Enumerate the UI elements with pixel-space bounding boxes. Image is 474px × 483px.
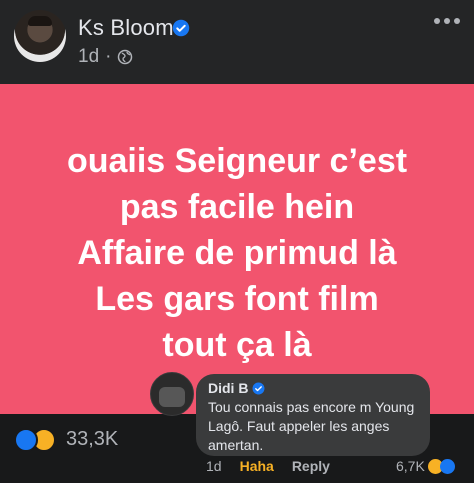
- commenter-avatar[interactable]: [150, 372, 194, 416]
- post-text: ouaiis Seigneur c’est pas facile hein Af…: [0, 138, 474, 368]
- post-author-name[interactable]: Ks Bloom: [78, 15, 174, 41]
- post-header: [0, 0, 474, 84]
- post-text-line: ouaiis Seigneur c’est: [66, 142, 408, 180]
- comment-reaction-count: 6,7K: [396, 458, 425, 474]
- like-reaction-icon: [14, 428, 38, 452]
- author-avatar[interactable]: [14, 10, 66, 62]
- post-reactions[interactable]: [14, 428, 56, 452]
- like-small-icon: [439, 458, 455, 474]
- post-text-line: tout ça là: [162, 326, 312, 364]
- comment-time[interactable]: 1d: [206, 458, 222, 474]
- meta-separator: ·: [105, 46, 112, 67]
- haha-reaction-button[interactable]: Haha: [240, 458, 274, 474]
- comment-reaction-count-container[interactable]: 6,7K: [396, 458, 455, 474]
- post-time[interactable]: 1d: [78, 46, 99, 68]
- post-meta: 1d ·: [78, 46, 133, 68]
- comment-actions: 1d Haha Reply: [206, 458, 330, 474]
- post-text-line: pas facile hein: [119, 188, 355, 226]
- more-options-icon[interactable]: [432, 16, 462, 26]
- reply-button[interactable]: Reply: [292, 458, 330, 474]
- reaction-count[interactable]: 33,3K: [66, 428, 118, 451]
- comment-text: Tou connais pas encore m Young Lagô. Fau…: [208, 399, 415, 453]
- verified-badge-icon: [172, 19, 190, 37]
- comment-bubble[interactable]: Didi B Tou connais pas encore m Young La…: [196, 374, 430, 456]
- post-text-line: Les gars font film: [95, 280, 379, 318]
- comment-verified-badge-icon: [252, 382, 265, 394]
- comment-author-name[interactable]: Didi B: [208, 380, 248, 396]
- comment-author-row: Didi B: [208, 380, 418, 396]
- post-text-line: Affaire de primud là: [77, 234, 397, 272]
- globe-icon: [118, 49, 133, 65]
